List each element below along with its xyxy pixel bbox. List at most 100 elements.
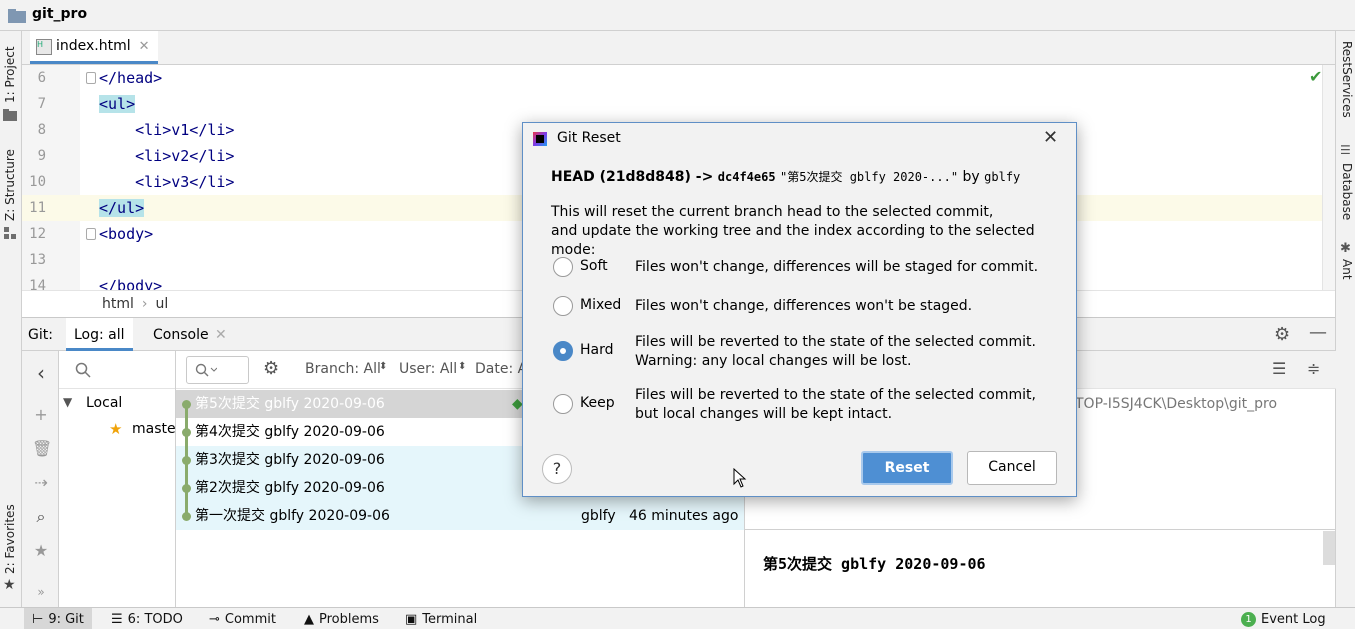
project-tool-button[interactable]: 1: Project <box>3 46 17 103</box>
structure-icon <box>4 227 16 239</box>
search-icon <box>195 363 217 377</box>
chevron-down-icon[interactable]: ▼ <box>63 395 72 409</box>
add-icon[interactable]: + <box>32 405 50 424</box>
log-search-input[interactable] <box>186 356 249 384</box>
git-toolbar: ‹ + 🗑 ⇢ ⌕ ★ » <box>22 351 59 607</box>
branch-group-local[interactable]: Local <box>86 395 122 411</box>
project-name[interactable]: git_pro <box>32 6 87 22</box>
database-tool-button[interactable]: Database <box>1340 163 1354 220</box>
chevron-updown-icon: ⬍ <box>458 361 467 372</box>
reset-mode-keep[interactable]: Keep Files will be reverted to the state… <box>553 386 1053 426</box>
close-icon[interactable]: ✕ <box>1043 127 1058 148</box>
ant-tool-button[interactable]: Ant <box>1340 259 1354 280</box>
ant-icon: ✱ <box>1340 241 1351 256</box>
branch-master[interactable]: master <box>132 421 181 437</box>
tab-console[interactable]: Console <box>153 327 209 343</box>
reset-button[interactable]: Reset <box>861 451 953 485</box>
reset-mode-mixed[interactable]: Mixed Files won't change, differences wo… <box>553 295 1053 335</box>
radio-keep[interactable] <box>553 394 573 414</box>
commit-row[interactable]: 第一次提交 gblfy 2020-09-06 gblfy 46 minutes … <box>176 502 744 530</box>
reset-target-line: HEAD (21d8d848) -> dc4f4e65 "第5次提交 gblfy… <box>551 169 1021 185</box>
radio-mixed[interactable] <box>553 296 573 316</box>
close-tab-icon[interactable]: ✕ <box>215 327 227 343</box>
commit-message-title: 第5次提交 gblfy 2020-09-06 <box>763 555 986 573</box>
more-icon[interactable]: » <box>32 585 50 599</box>
details-divider <box>745 529 1336 530</box>
commit-node <box>182 428 191 437</box>
code-line: 7 <ul> <box>37 95 136 113</box>
title-bar: git_pro <box>0 0 1355 31</box>
user-filter[interactable]: User: All <box>399 361 457 377</box>
commit-node <box>182 456 191 465</box>
tool-git[interactable]: ⊢ 9: Git <box>24 608 92 629</box>
trash-icon[interactable]: 🗑 <box>32 439 52 458</box>
branch-search-input[interactable] <box>59 351 175 389</box>
commit-node <box>182 484 191 493</box>
right-tool-strip: RestServices ☰ Database ✱ Ant <box>1335 31 1355 607</box>
tool-event-log[interactable]: 1 Event Log <box>1241 612 1326 627</box>
git-panel-label: Git: <box>28 327 53 343</box>
left-tool-strip: 1: Project Z: Structure 2: Favorites ★ <box>0 31 22 607</box>
warning-icon: ▲ <box>304 612 314 627</box>
commit-icon: ⊸ <box>209 612 220 627</box>
folder-icon <box>8 9 26 23</box>
radio-soft[interactable] <box>553 257 573 277</box>
favorites-tool-button[interactable]: 2: Favorites <box>3 504 17 574</box>
tool-terminal[interactable]: ▣ Terminal <box>405 612 477 627</box>
chevron-left-icon[interactable]: ‹ <box>32 361 50 385</box>
star-icon: ★ <box>109 420 123 438</box>
mouse-cursor-icon <box>733 468 747 488</box>
search-icon <box>75 362 91 378</box>
tab-label: index.html <box>56 38 131 54</box>
database-icon: ☰ <box>1340 143 1351 157</box>
chevron-right-icon: › <box>141 296 148 312</box>
rest-services-tool-button[interactable]: RestServices <box>1340 41 1354 118</box>
dialog-title: Git Reset <box>557 130 621 146</box>
tool-problems[interactable]: ▲ Problems <box>304 612 379 627</box>
breadcrumb-item[interactable]: ul <box>156 296 169 312</box>
structure-tool-button[interactable]: Z: Structure <box>3 149 17 221</box>
star-icon[interactable]: ★ <box>32 541 50 560</box>
cancel-button[interactable]: Cancel <box>967 451 1057 485</box>
close-tab-icon[interactable]: ✕ <box>139 39 150 54</box>
tool-todo[interactable]: ☰ 6: TODO <box>111 612 183 627</box>
event-count-badge: 1 <box>1241 612 1256 627</box>
reset-mode-hard[interactable]: Hard Files will be reverted to the state… <box>553 333 1053 373</box>
date-filter[interactable]: Date: A <box>475 361 527 377</box>
gear-icon[interactable]: ⚙ <box>263 358 279 379</box>
html-file-icon: H <box>36 39 52 55</box>
code-line: 6 </head> <box>37 69 163 87</box>
tool-commit[interactable]: ⊸ Commit <box>209 612 276 627</box>
inspection-ok-icon[interactable]: ✔ <box>1309 67 1322 86</box>
chevron-updown-icon: ⬍ <box>379 361 388 372</box>
git-reset-dialog: Git Reset ✕ HEAD (21d8d848) -> dc4f4e65 … <box>522 122 1077 497</box>
expand-all-icon[interactable]: ☰ <box>1272 359 1286 378</box>
tab-index-html[interactable]: H index.html ✕ <box>30 31 158 64</box>
collapse-all-icon[interactable]: ≑ <box>1307 359 1320 378</box>
dialog-title-bar: Git Reset ✕ <box>523 123 1076 155</box>
gear-icon[interactable]: ⚙ <box>1274 324 1290 345</box>
star-icon: ★ <box>3 577 16 593</box>
details-scrollbar[interactable] <box>1323 531 1335 565</box>
minimize-icon[interactable]: — <box>1309 322 1327 343</box>
folder-icon <box>3 109 17 121</box>
git-branch-icon: ⊢ <box>32 611 44 627</box>
tab-log-all[interactable]: Log: all <box>66 318 133 351</box>
status-bar: ⊢ 9: Git ☰ 6: TODO ⊸ Commit ▲ Problems ▣ Term… <box>0 607 1355 629</box>
editor-scrollbar[interactable] <box>1322 65 1335 290</box>
commit-node <box>182 400 191 409</box>
list-icon: ☰ <box>111 612 123 627</box>
repository-path: TOP-I5SJ4CK\Desktop\git_pro <box>1075 396 1278 412</box>
terminal-icon: ▣ <box>405 612 418 627</box>
commit-node <box>182 512 191 521</box>
reset-description: This will reset the current branch head … <box>551 204 1035 258</box>
radio-hard[interactable] <box>553 341 573 361</box>
reset-mode-soft[interactable]: Soft Files won't change, differences wil… <box>553 256 1053 296</box>
search-icon[interactable]: ⌕ <box>32 507 50 527</box>
branch-filter[interactable]: Branch: All <box>305 361 381 377</box>
help-button[interactable]: ? <box>542 454 572 484</box>
intellij-logo-icon <box>533 132 547 146</box>
merge-icon[interactable]: ⇢ <box>32 473 50 492</box>
editor-tab-bar: H index.html ✕ <box>22 31 1335 65</box>
breadcrumb-item[interactable]: html <box>102 296 134 312</box>
